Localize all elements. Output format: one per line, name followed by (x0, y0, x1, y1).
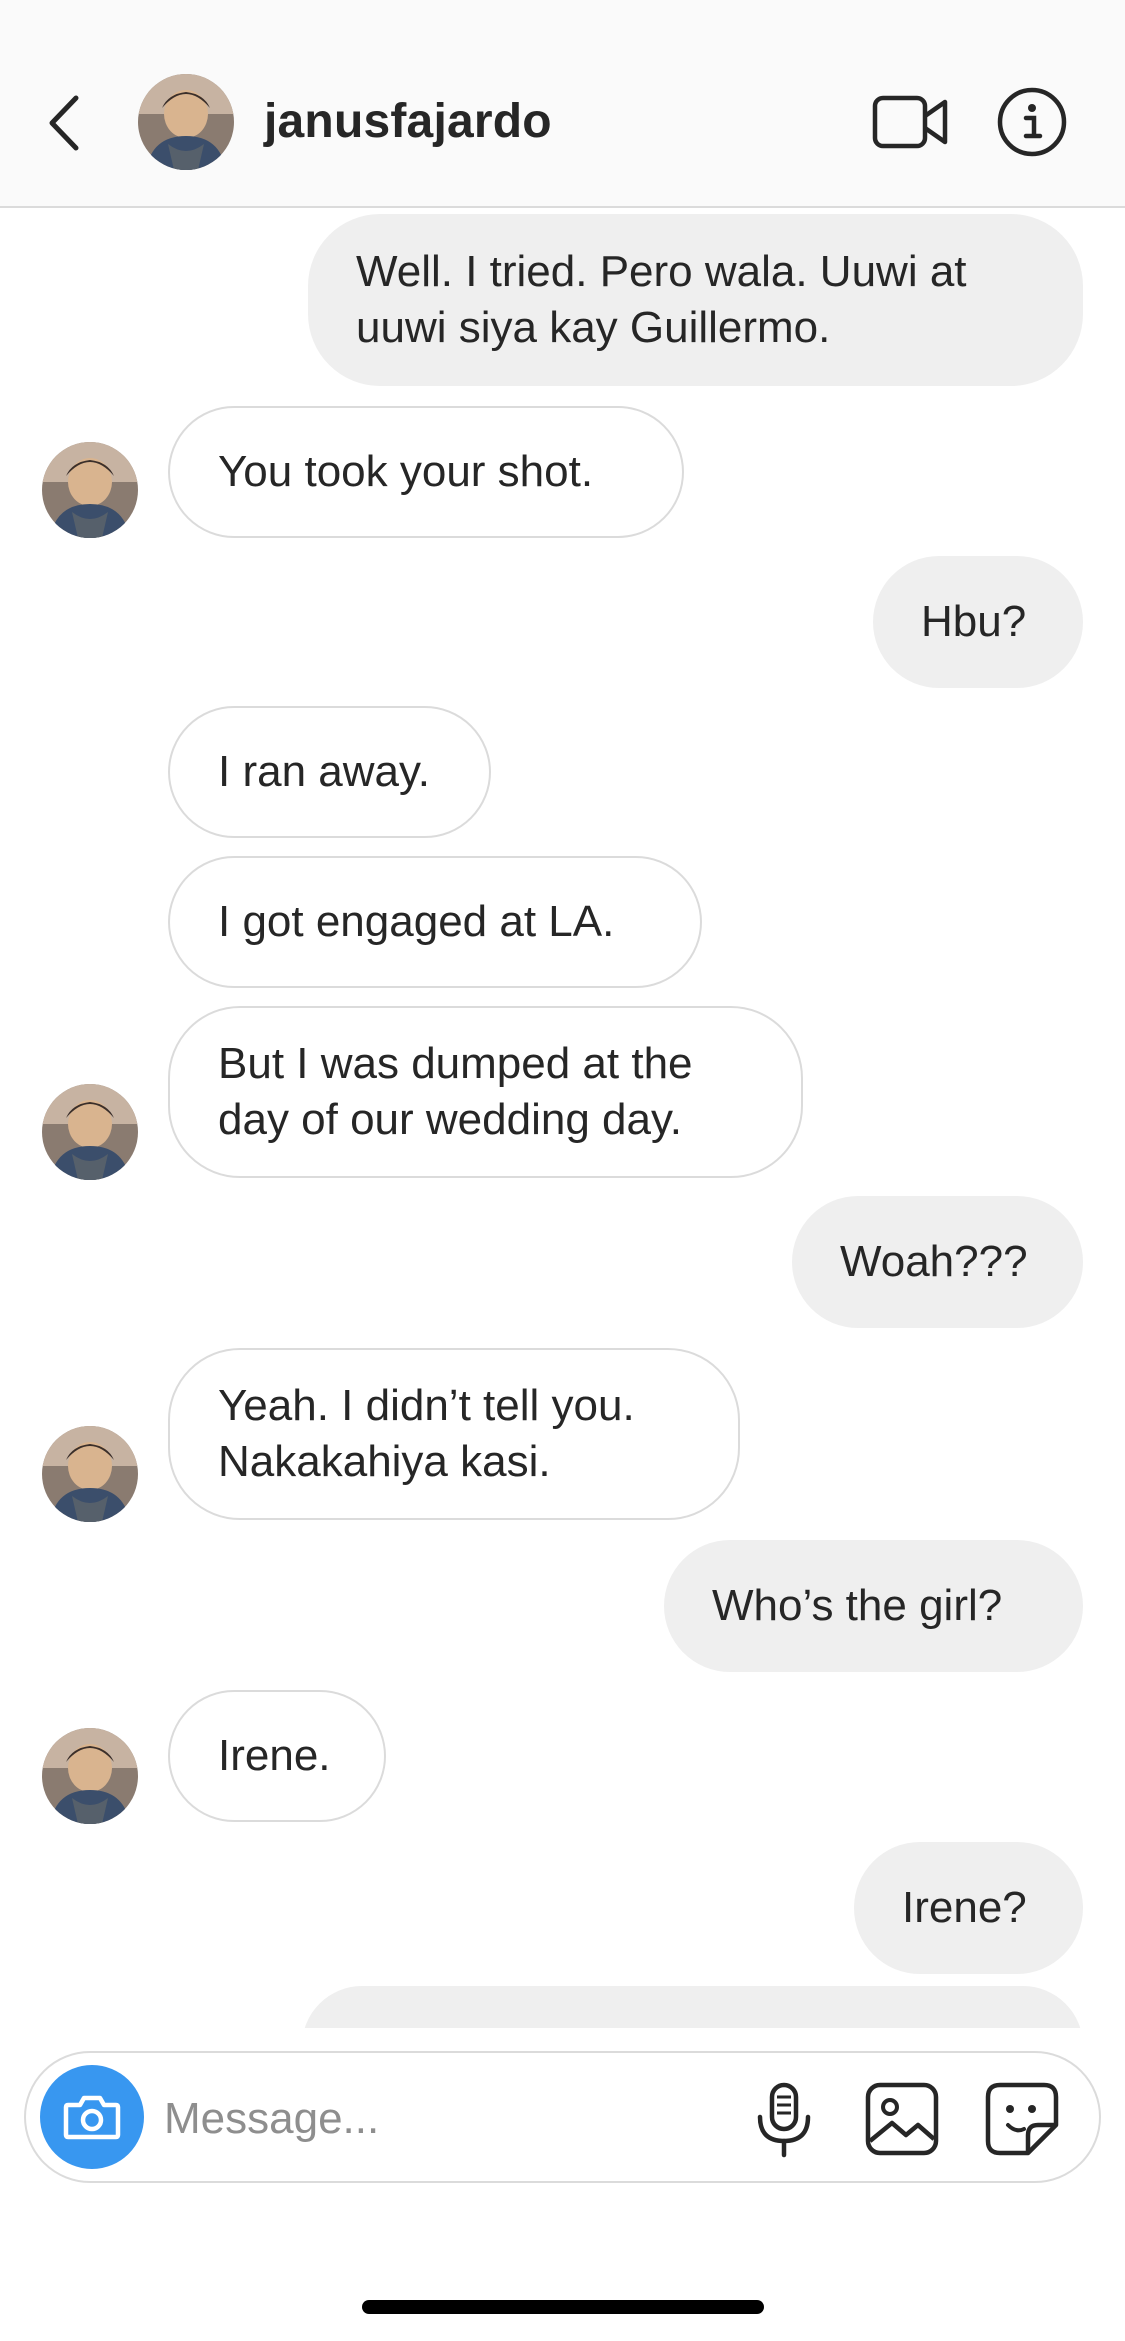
message-input[interactable] (164, 2083, 724, 2155)
message-bubble-outgoing[interactable]: Woah??? (792, 1196, 1083, 1328)
message-text-line: Who’s the girl? (712, 1581, 1003, 1630)
sender-avatar[interactable] (42, 1426, 138, 1522)
message-text-line: Irene? (902, 1883, 1027, 1932)
avatar-photo (42, 442, 138, 538)
avatar-photo (42, 1728, 138, 1824)
conversation-header: janusfajardo (0, 0, 1125, 208)
message-bubble-incoming[interactable]: I ran away. (168, 706, 491, 838)
microphone-icon (757, 2082, 811, 2158)
message-text-line: Woah??? (840, 1237, 1028, 1286)
message-text-line: Hbu? (921, 597, 1027, 646)
message-text-line: Nakakahiya kasi. (218, 1437, 551, 1486)
sender-avatar[interactable] (42, 442, 138, 538)
message-bubble-incoming[interactable]: You took your shot. (168, 406, 684, 538)
sticker-icon (985, 2082, 1059, 2156)
avatar-photo (138, 74, 234, 170)
message-text-line: day of our wedding day. (218, 1095, 682, 1144)
avatar-photo (42, 1084, 138, 1180)
message-text-line: Well. I tried. Pero wala. Uuwi at (356, 247, 967, 296)
message-bubble-outgoing-partial[interactable] (302, 1986, 1083, 2028)
contact-username[interactable]: janusfajardo (264, 94, 552, 149)
message-bubble-outgoing[interactable]: Well. I tried. Pero wala. Uuwi at uuwi s… (308, 214, 1083, 386)
gallery-icon (865, 2082, 939, 2156)
message-bubble-outgoing[interactable]: Who’s the girl? (664, 1540, 1083, 1672)
message-text-line: Irene. (218, 1731, 331, 1780)
message-text-line: Yeah. I didn’t tell you. (218, 1381, 635, 1430)
sender-avatar[interactable] (42, 1084, 138, 1180)
camera-button[interactable] (40, 2065, 144, 2169)
message-text-line: I got engaged at LA. (218, 897, 615, 946)
message-text-line: You took your shot. (218, 447, 594, 496)
contact-avatar[interactable] (138, 74, 234, 170)
voice-message-button[interactable] (746, 2079, 822, 2159)
video-call-icon (872, 95, 948, 149)
info-button[interactable] (996, 86, 1068, 158)
message-text-line: I ran away. (218, 747, 430, 796)
video-call-button[interactable] (872, 90, 950, 154)
sticker-button[interactable] (982, 2079, 1062, 2159)
message-bubble-outgoing[interactable]: Hbu? (873, 556, 1083, 688)
message-text-line: uuwi siya kay Guillermo. (356, 303, 831, 352)
camera-icon (63, 2095, 121, 2140)
message-text-line: But I was dumped at the (218, 1039, 693, 1088)
message-thread[interactable]: Well. I tried. Pero wala. Uuwi at uuwi s… (0, 210, 1125, 2028)
back-button[interactable] (40, 88, 96, 158)
message-bubble-incoming[interactable]: Irene. (168, 1690, 386, 1822)
message-bubble-incoming[interactable]: I got engaged at LA. (168, 856, 702, 988)
message-bubble-incoming[interactable]: But I was dumped at the day of our weddi… (168, 1006, 803, 1178)
home-indicator[interactable] (362, 2300, 764, 2314)
dm-thread-screen: janusfajardo Well. I tried. Pero wala. U… (0, 0, 1125, 2341)
avatar-photo (42, 1426, 138, 1522)
sender-avatar[interactable] (42, 1728, 138, 1824)
message-composer (24, 2051, 1101, 2183)
gallery-button[interactable] (862, 2079, 942, 2159)
message-bubble-incoming[interactable]: Yeah. I didn’t tell you. Nakakahiya kasi… (168, 1348, 740, 1520)
message-bubble-outgoing[interactable]: Irene? (854, 1842, 1083, 1974)
info-icon (997, 87, 1067, 157)
chevron-left-icon (49, 95, 79, 151)
